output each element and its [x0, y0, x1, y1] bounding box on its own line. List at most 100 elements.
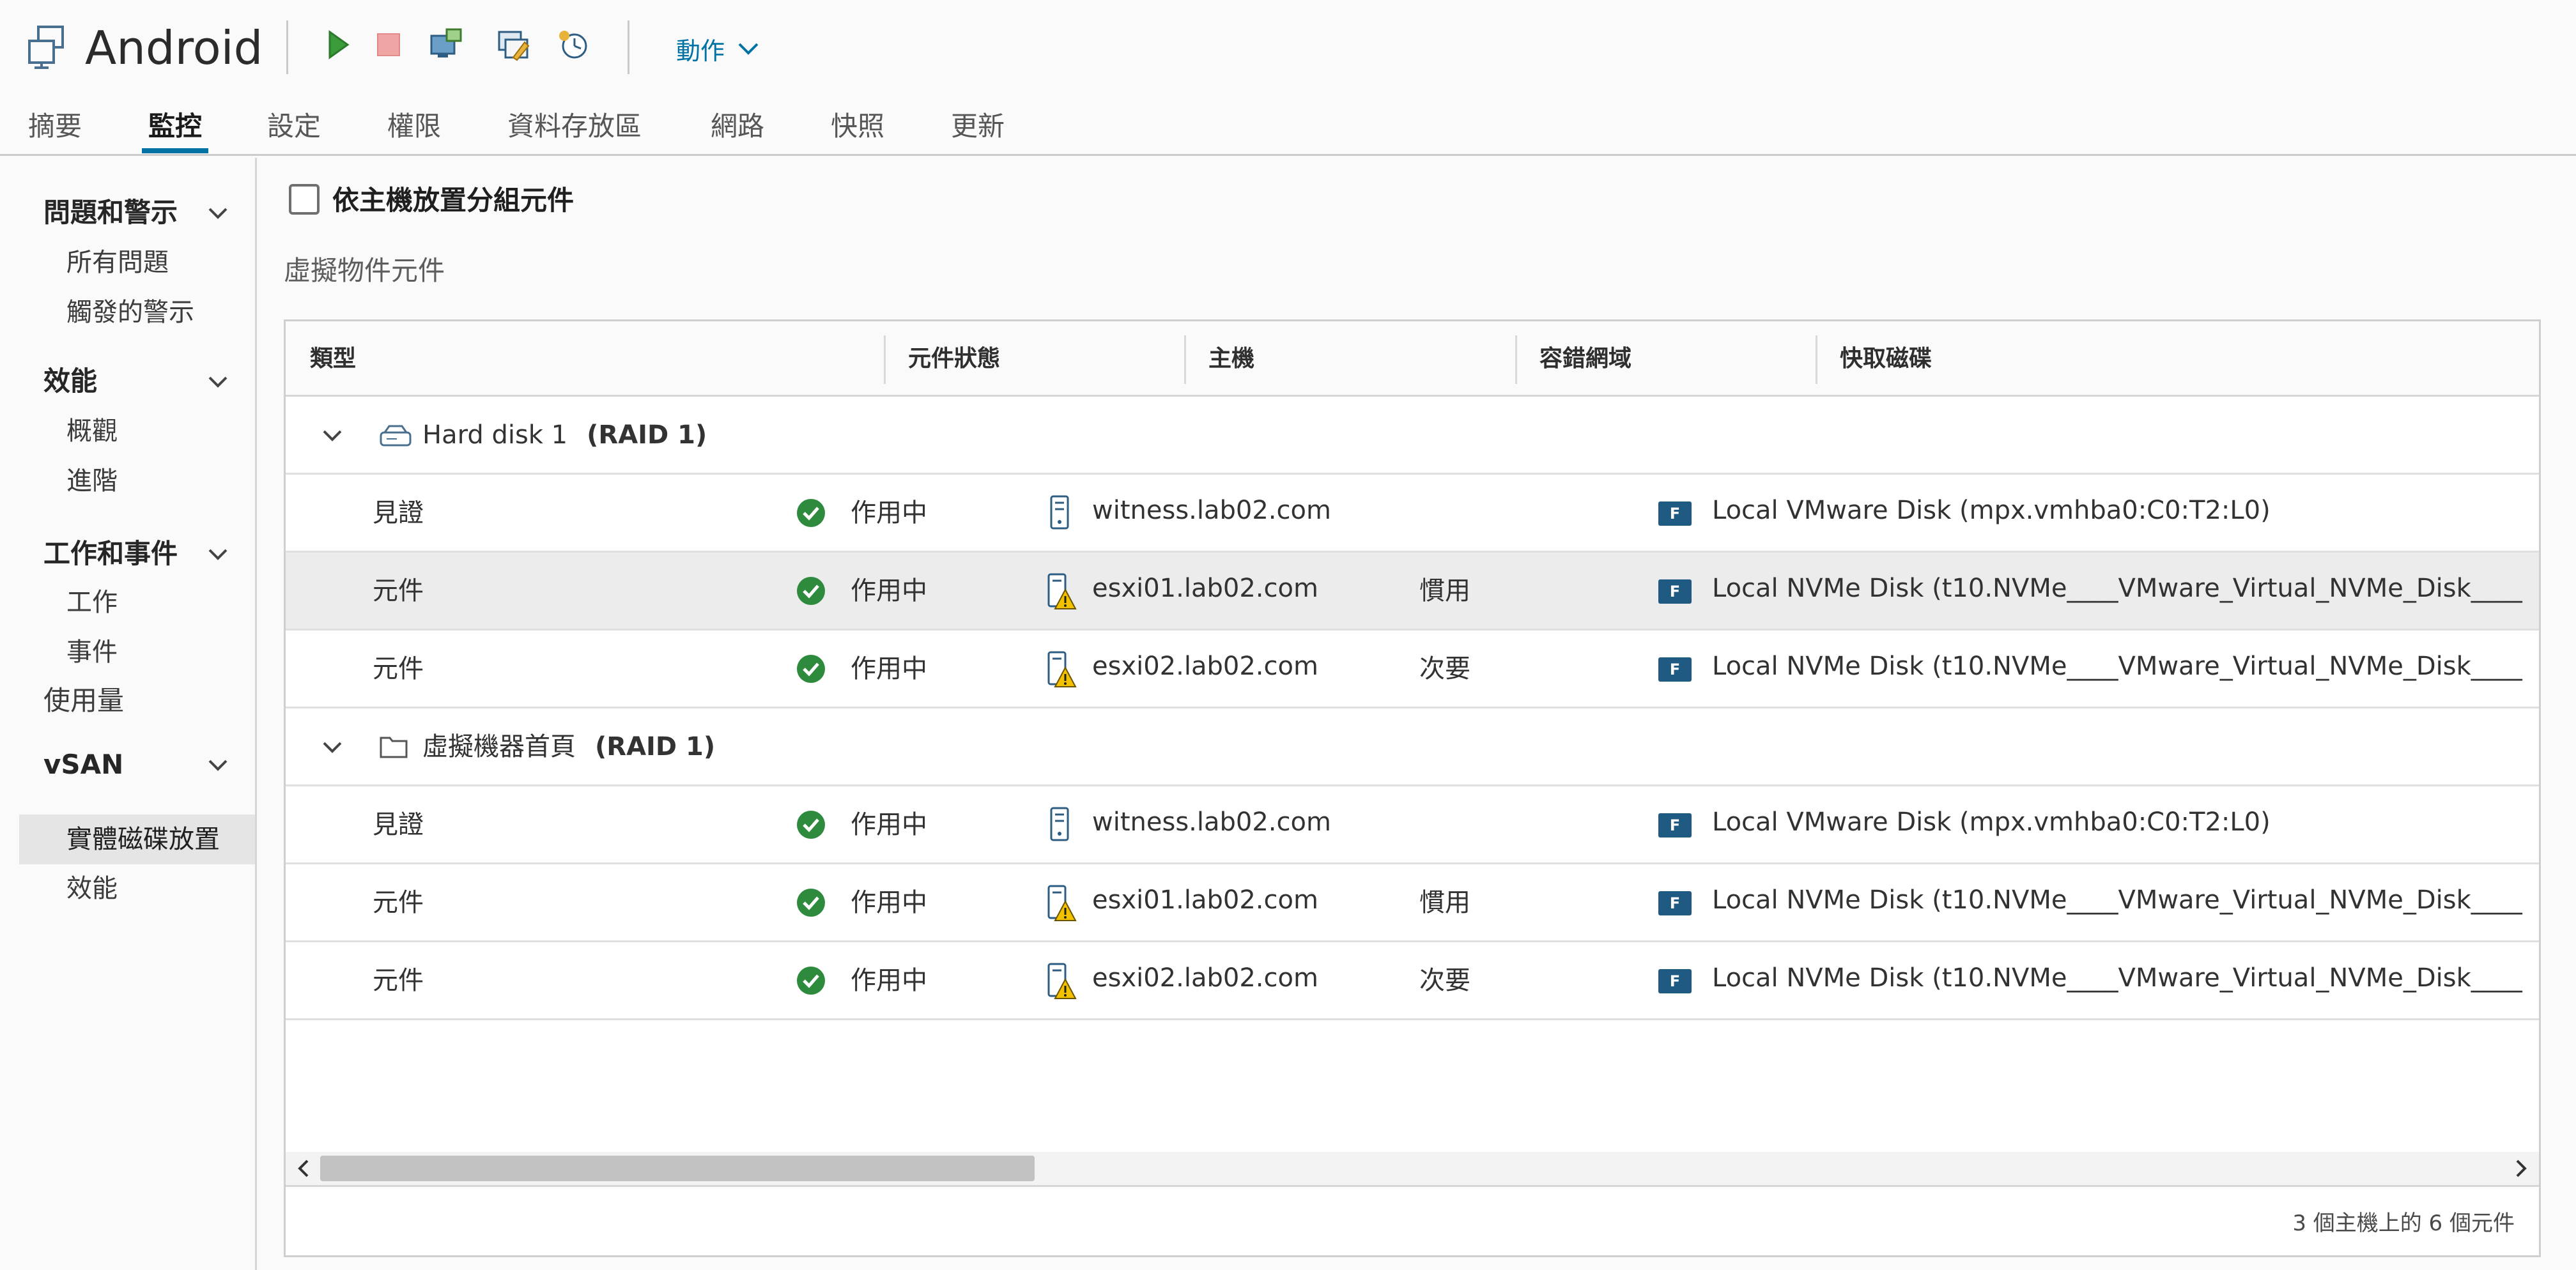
witness-host-icon: [1046, 494, 1073, 532]
sidebar-item-vsan-performance[interactable]: 效能: [66, 871, 118, 907]
sidebar-item-tasks[interactable]: 工作: [66, 585, 118, 620]
column-header-fault-domain[interactable]: 容錯網域: [1539, 344, 1631, 374]
column-resizer[interactable]: [1515, 335, 1517, 384]
snapshot-button[interactable]: [556, 24, 592, 65]
cell-host[interactable]: esxi01.lab02.com: [1092, 882, 1318, 918]
disk-icon: F: [1658, 501, 1692, 526]
sidebar-item-physical-disk-placement[interactable]: 實體磁碟放置: [66, 822, 220, 857]
chevron-down-icon: [737, 42, 759, 56]
cell-cache-disk: Local NVMe Disk (t10.NVMe____VMware_Virt…: [1712, 652, 2522, 681]
hard-disk-icon: [379, 421, 412, 450]
sidebar-item-overview[interactable]: 概觀: [66, 413, 118, 449]
tab-configure[interactable]: 設定: [267, 107, 321, 152]
cell-type: 元件: [373, 888, 424, 917]
cell-type: 元件: [373, 966, 424, 995]
actions-menu-button[interactable]: 動作: [676, 28, 759, 69]
chevron-down-icon[interactable]: [203, 369, 233, 394]
sidebar-section-issues[interactable]: 問題和警示: [43, 195, 178, 231]
cell-host[interactable]: esxi02.lab02.com: [1092, 960, 1318, 996]
scrollbar-thumb[interactable]: [320, 1156, 1035, 1181]
chevron-down-icon[interactable]: [318, 734, 347, 760]
group-row[interactable]: Hard disk 1 (RAID 1): [286, 397, 2539, 475]
group-title: Hard disk 1: [422, 420, 568, 450]
group-name: Hard disk 1 (RAID 1): [422, 417, 707, 453]
group-name: 虛擬機器首頁 (RAID 1): [422, 729, 715, 765]
component-count: 3 個主機上的 6 個元件: [2292, 1211, 2515, 1236]
column-header-cache-disk[interactable]: 快取磁碟: [1840, 344, 1932, 374]
tab-bar: 摘要 監控 設定 權限 資料存放區 網路 快照 更新: [0, 102, 2576, 156]
group-by-host-checkbox[interactable]: [289, 184, 320, 215]
datagrid-footer: 3 個主機上的 6 個元件: [286, 1185, 2539, 1255]
group-row[interactable]: 虛擬機器首頁 (RAID 1): [286, 708, 2539, 786]
raid-label: (RAID 1): [587, 420, 707, 450]
datagrid-header: 類型 元件狀態 主機 容錯網域 快取磁碟: [286, 321, 2539, 397]
status-ok-icon: [796, 498, 826, 528]
cell-fault-domain: 慣用: [1419, 888, 1470, 917]
sidebar-item-utilization[interactable]: 使用量: [43, 683, 124, 719]
chevron-down-icon[interactable]: [318, 422, 347, 448]
table-row[interactable]: 見證 作用中 witness.lab02.com F Local VMware …: [286, 786, 2539, 864]
table-row[interactable]: 見證 作用中 witness.lab02.com F Local VMware …: [286, 475, 2539, 553]
tab-summary[interactable]: 摘要: [28, 107, 82, 152]
sidebar-item-advanced[interactable]: 進階: [66, 463, 118, 499]
cell-cache-disk: Local NVMe Disk (t10.NVMe____VMware_Virt…: [1712, 885, 2522, 915]
horizontal-scrollbar[interactable]: [286, 1152, 2539, 1185]
sidebar-item-events[interactable]: 事件: [66, 634, 118, 670]
column-header-host[interactable]: 主機: [1208, 344, 1254, 374]
tab-datastores[interactable]: 資料存放區: [507, 107, 642, 152]
cell-host[interactable]: witness.lab02.com: [1092, 804, 1331, 840]
sidebar-section-vsan[interactable]: vSAN: [43, 747, 123, 783]
table-row[interactable]: 元件 作用中 esxi02.lab02.com 次要 F Local NVMe …: [286, 631, 2539, 708]
monitor-sidebar: 問題和警示 所有問題 觸發的警示 效能 概觀 進階 工作和事件 工作 事件 使用…: [0, 158, 257, 1270]
tab-permissions[interactable]: 權限: [387, 107, 441, 152]
cell-host[interactable]: witness.lab02.com: [1092, 493, 1331, 528]
column-header-component-state[interactable]: 元件狀態: [908, 344, 1000, 374]
cell-state: 作用中: [851, 966, 927, 995]
folder-icon: [379, 733, 408, 760]
status-ok-icon: [796, 654, 826, 684]
section-title: 虛擬物件元件: [284, 255, 445, 286]
toolbar-divider: [286, 20, 288, 74]
tab-snapshots[interactable]: 快照: [831, 107, 884, 152]
cell-fault-domain: 次要: [1419, 966, 1470, 995]
host-warning-icon: [1046, 650, 1077, 689]
cell-type: 元件: [373, 654, 424, 684]
status-ok-icon: [796, 809, 826, 840]
tab-networks[interactable]: 網路: [711, 107, 764, 152]
column-resizer[interactable]: [884, 335, 886, 384]
components-datagrid: 類型 元件狀態 主機 容錯網域 快取磁碟 Hard disk 1 (RAID 1)…: [284, 319, 2541, 1257]
actions-label: 動作: [676, 36, 725, 65]
power-off-button[interactable]: [371, 24, 406, 65]
cell-host[interactable]: esxi01.lab02.com: [1092, 570, 1318, 606]
power-on-button[interactable]: [321, 24, 357, 65]
table-row[interactable]: 元件 作用中 esxi02.lab02.com 次要 F Local NVMe …: [286, 942, 2539, 1020]
sidebar-section-performance[interactable]: 效能: [43, 363, 97, 399]
table-row[interactable]: 元件 作用中 esxi01.lab02.com 慣用 F Local NVMe …: [286, 864, 2539, 942]
cell-type: 見證: [373, 810, 424, 839]
sidebar-item-triggered-alarms[interactable]: 觸發的警示: [66, 295, 194, 330]
cell-fault-domain: 慣用: [1419, 576, 1470, 606]
tab-monitor[interactable]: 監控: [141, 107, 209, 153]
scroll-left-icon[interactable]: [292, 1156, 315, 1181]
chevron-down-icon[interactable]: [203, 200, 233, 226]
object-header: Android 動作: [0, 0, 2576, 102]
cell-host[interactable]: esxi02.lab02.com: [1092, 648, 1318, 684]
disk-icon: F: [1658, 657, 1692, 682]
chevron-down-icon[interactable]: [203, 752, 233, 777]
column-resizer[interactable]: [1816, 335, 1817, 384]
cell-fault-domain: 次要: [1419, 654, 1470, 684]
migrate-button[interactable]: [496, 24, 532, 65]
play-icon: [327, 29, 350, 60]
column-header-type[interactable]: 類型: [310, 344, 356, 374]
stop-icon: [376, 33, 401, 57]
launch-console-button[interactable]: [428, 24, 464, 65]
chevron-down-icon[interactable]: [203, 541, 233, 567]
column-resizer[interactable]: [1184, 335, 1186, 384]
scroll-right-icon[interactable]: [2510, 1156, 2533, 1181]
sidebar-item-all-issues[interactable]: 所有問題: [66, 245, 169, 280]
host-warning-icon: [1046, 572, 1077, 611]
disk-icon: F: [1658, 813, 1692, 838]
tab-updates[interactable]: 更新: [951, 107, 1005, 152]
sidebar-section-tasks-events[interactable]: 工作和事件: [43, 536, 178, 572]
table-row[interactable]: 元件 作用中 esxi01.lab02.com 慣用 F Local NVMe …: [286, 553, 2539, 631]
